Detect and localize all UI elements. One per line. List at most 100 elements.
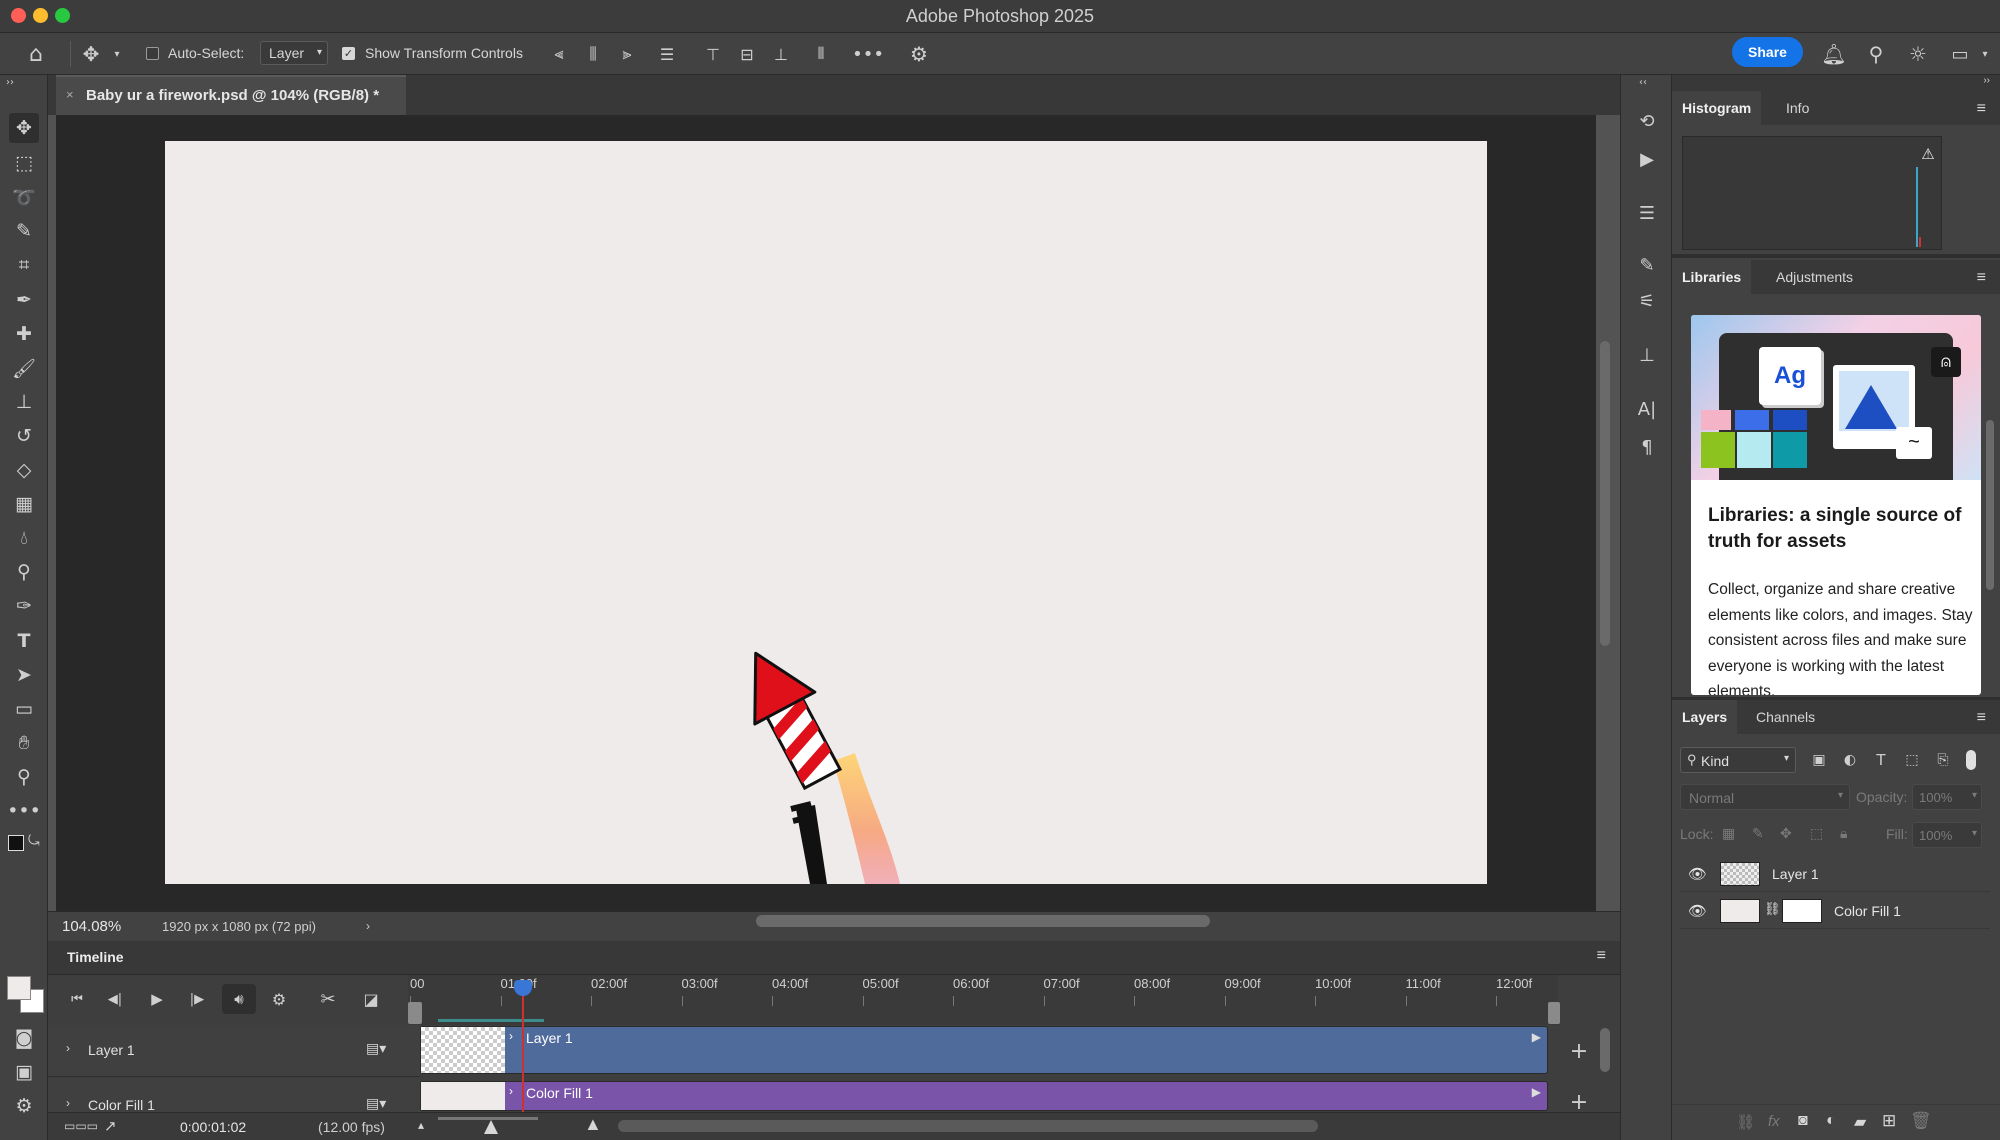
pen-tool-icon[interactable]: ✑ bbox=[9, 591, 39, 621]
audio-icon[interactable]: 🔊︎ bbox=[222, 984, 256, 1014]
track-header-layer-1[interactable]: › Layer 1 ▤▾ bbox=[48, 1025, 420, 1077]
paragraph-icon[interactable]: ¶ bbox=[1633, 433, 1661, 461]
add-mask-icon[interactable]: ◙ bbox=[1798, 1112, 1808, 1130]
layer-filter-dropdown[interactable]: ⚲ Kind ▾ bbox=[1680, 747, 1796, 773]
filter-pixel-icon[interactable]: ▣ bbox=[1808, 749, 1830, 771]
new-group-icon[interactable]: ▰ bbox=[1854, 1112, 1866, 1132]
dodge-tool-icon[interactable]: ⚲ bbox=[9, 557, 39, 587]
eraser-tool-icon[interactable]: ◇ bbox=[9, 455, 39, 485]
extras-icon[interactable]: ⚙ bbox=[9, 1091, 39, 1121]
film-strip-icon[interactable]: ▤▾ bbox=[366, 1095, 386, 1112]
trash-icon[interactable]: 🗑︎ bbox=[1910, 1111, 1932, 1131]
track-header-color-fill[interactable]: › Color Fill 1 ▤▾ bbox=[48, 1078, 420, 1116]
clone-source-icon[interactable]: ⊥ bbox=[1633, 341, 1661, 369]
clip-layer-1[interactable]: › Layer 1 ▶ bbox=[420, 1026, 1548, 1074]
filter-smart-object-icon[interactable]: ⎘ bbox=[1932, 749, 1954, 771]
previous-frame-icon[interactable]: ◀| bbox=[104, 988, 126, 1010]
eye-icon[interactable]: 👁︎ bbox=[1688, 902, 1707, 920]
new-layer-icon[interactable]: ⊞ bbox=[1882, 1111, 1896, 1131]
adjustment-layer-icon[interactable]: ◐ bbox=[1826, 1112, 1836, 1130]
transition-icon[interactable]: ◪ bbox=[360, 988, 382, 1010]
bell-icon[interactable]: 🔔︎ bbox=[1820, 41, 1848, 67]
add-media-icon[interactable]: + bbox=[1568, 1039, 1590, 1064]
tab-adjustments[interactable]: Adjustments bbox=[1766, 260, 1863, 294]
clip-end-icon[interactable]: ▶ bbox=[1532, 1085, 1541, 1099]
mini-colors-icon[interactable] bbox=[8, 835, 24, 851]
align-top-icon[interactable]: ⊤ bbox=[702, 41, 724, 67]
share-library-icon[interactable]: ⍝ bbox=[1931, 347, 1961, 377]
lightbulb-icon[interactable]: ☼ bbox=[1904, 41, 1932, 67]
layer-row-layer-1[interactable]: 👁︎ Layer 1 bbox=[1680, 856, 1990, 892]
more-options-icon[interactable]: ••• bbox=[852, 41, 884, 67]
chevron-right-icon[interactable]: › bbox=[366, 919, 370, 933]
hand-tool-icon[interactable]: ✋︎ bbox=[9, 728, 39, 758]
actions-play-icon[interactable]: ▶ bbox=[1633, 145, 1661, 173]
zoom-tool-icon[interactable]: ⚲ bbox=[9, 762, 39, 792]
crop-tool-icon[interactable]: ⌗ bbox=[9, 250, 39, 280]
link-icon[interactable]: ⛓ bbox=[1764, 901, 1781, 917]
distribute-icon[interactable]: ☰ bbox=[656, 41, 678, 67]
fill-field[interactable]: 100% ▾ bbox=[1912, 822, 1982, 848]
type-tool-icon[interactable]: T bbox=[9, 626, 39, 656]
marquee-tool-icon[interactable]: ⬚ bbox=[9, 148, 39, 178]
horizontal-scrollbar[interactable] bbox=[756, 915, 1210, 927]
lock-image-icon[interactable]: ✎ bbox=[1752, 825, 1764, 842]
chevron-down-icon[interactable]: ▾ bbox=[110, 43, 124, 65]
zoom-out-icon[interactable]: ▴ bbox=[418, 1118, 424, 1132]
work-area-end-handle[interactable] bbox=[1548, 1002, 1560, 1024]
layer-row-color-fill-1[interactable]: 👁︎ ⛓ Color Fill 1 bbox=[1680, 893, 1990, 929]
lock-all-icon[interactable]: 🔒︎ bbox=[1840, 825, 1847, 842]
chevron-right-icon[interactable]: › bbox=[66, 1041, 70, 1055]
lasso-tool-icon[interactable]: ➰ bbox=[9, 182, 39, 212]
lock-transparent-icon[interactable]: ▦ bbox=[1722, 825, 1735, 842]
swap-colors-icon[interactable]: ⤿ bbox=[28, 833, 40, 849]
align-bottom-icon[interactable]: ⊥ bbox=[770, 41, 792, 67]
layer-name[interactable]: Layer 1 bbox=[1772, 866, 1819, 882]
warning-icon[interactable]: ⚠ bbox=[1919, 145, 1937, 163]
vertical-scrollbar[interactable] bbox=[1600, 341, 1610, 646]
auto-select-dropdown[interactable]: Layer ▾ bbox=[260, 41, 328, 65]
clip-end-icon[interactable]: ▶ bbox=[1532, 1030, 1541, 1044]
filter-adjustment-icon[interactable]: ◐ bbox=[1839, 749, 1861, 771]
fx-icon[interactable]: fx bbox=[1768, 1113, 1780, 1130]
align-middle-icon[interactable]: ⊟ bbox=[736, 41, 758, 67]
panel-menu-icon[interactable]: ≡ bbox=[1977, 709, 1986, 727]
add-media-icon[interactable]: + bbox=[1568, 1095, 1590, 1109]
collapse-icon[interactable]: ›› bbox=[1983, 75, 1990, 86]
convert-icon[interactable]: ↗ bbox=[104, 1117, 117, 1135]
document-tab[interactable]: × Baby ur a firework.psd @ 104% (RGB/8) … bbox=[56, 75, 406, 115]
gradient-tool-icon[interactable]: ▦ bbox=[9, 489, 39, 519]
align-right-icon[interactable]: ⫸ bbox=[616, 41, 638, 67]
chevron-right-icon[interactable]: › bbox=[66, 1096, 70, 1110]
opacity-field[interactable]: 100% ▾ bbox=[1912, 784, 1982, 810]
more-tools-icon[interactable]: ••• bbox=[7, 796, 41, 826]
shape-tool-icon[interactable]: ▭ bbox=[9, 694, 39, 724]
zoom-level[interactable]: 104.08% bbox=[62, 918, 121, 935]
link-layers-icon[interactable]: ⛓ bbox=[1736, 1113, 1755, 1131]
chevron-down-icon[interactable]: ▾ bbox=[1978, 43, 1992, 65]
blur-tool-icon[interactable]: 💧︎ bbox=[9, 523, 39, 553]
align-center-icon[interactable]: ⫼ bbox=[582, 41, 604, 67]
brush-tool-icon[interactable]: 🖌︎ bbox=[9, 353, 39, 383]
timeline-vscroll[interactable] bbox=[1600, 1028, 1610, 1072]
gear-icon[interactable]: ⚙ bbox=[906, 41, 932, 67]
tab-histogram[interactable]: Histogram bbox=[1672, 91, 1762, 125]
zoom-in-icon[interactable]: ▲ bbox=[584, 1114, 602, 1135]
scissors-icon[interactable]: ✂ bbox=[316, 988, 340, 1010]
layer-name[interactable]: Color Fill 1 bbox=[1834, 903, 1901, 919]
filter-toggle[interactable] bbox=[1966, 750, 1976, 770]
tab-info[interactable]: Info bbox=[1776, 91, 1819, 125]
tab-channels[interactable]: Channels bbox=[1746, 700, 1825, 734]
share-button[interactable]: Share bbox=[1732, 37, 1803, 67]
move-tool-icon[interactable]: ✥ bbox=[9, 113, 39, 143]
search-icon[interactable]: ⚲ bbox=[1862, 41, 1890, 67]
collapse-icon[interactable]: ›› bbox=[6, 77, 14, 88]
show-transform-checkbox[interactable] bbox=[342, 47, 355, 60]
healing-brush-icon[interactable]: ✚ bbox=[9, 319, 39, 349]
settings-icon[interactable]: ⚙ bbox=[268, 988, 290, 1010]
next-frame-icon[interactable]: |▶ bbox=[186, 988, 208, 1010]
work-area-start-handle[interactable] bbox=[408, 1002, 422, 1024]
home-icon[interactable]: ⌂ bbox=[20, 41, 52, 67]
history-brush-icon[interactable]: ↺ bbox=[9, 421, 39, 451]
libraries-scrollbar[interactable] bbox=[1986, 420, 1994, 590]
